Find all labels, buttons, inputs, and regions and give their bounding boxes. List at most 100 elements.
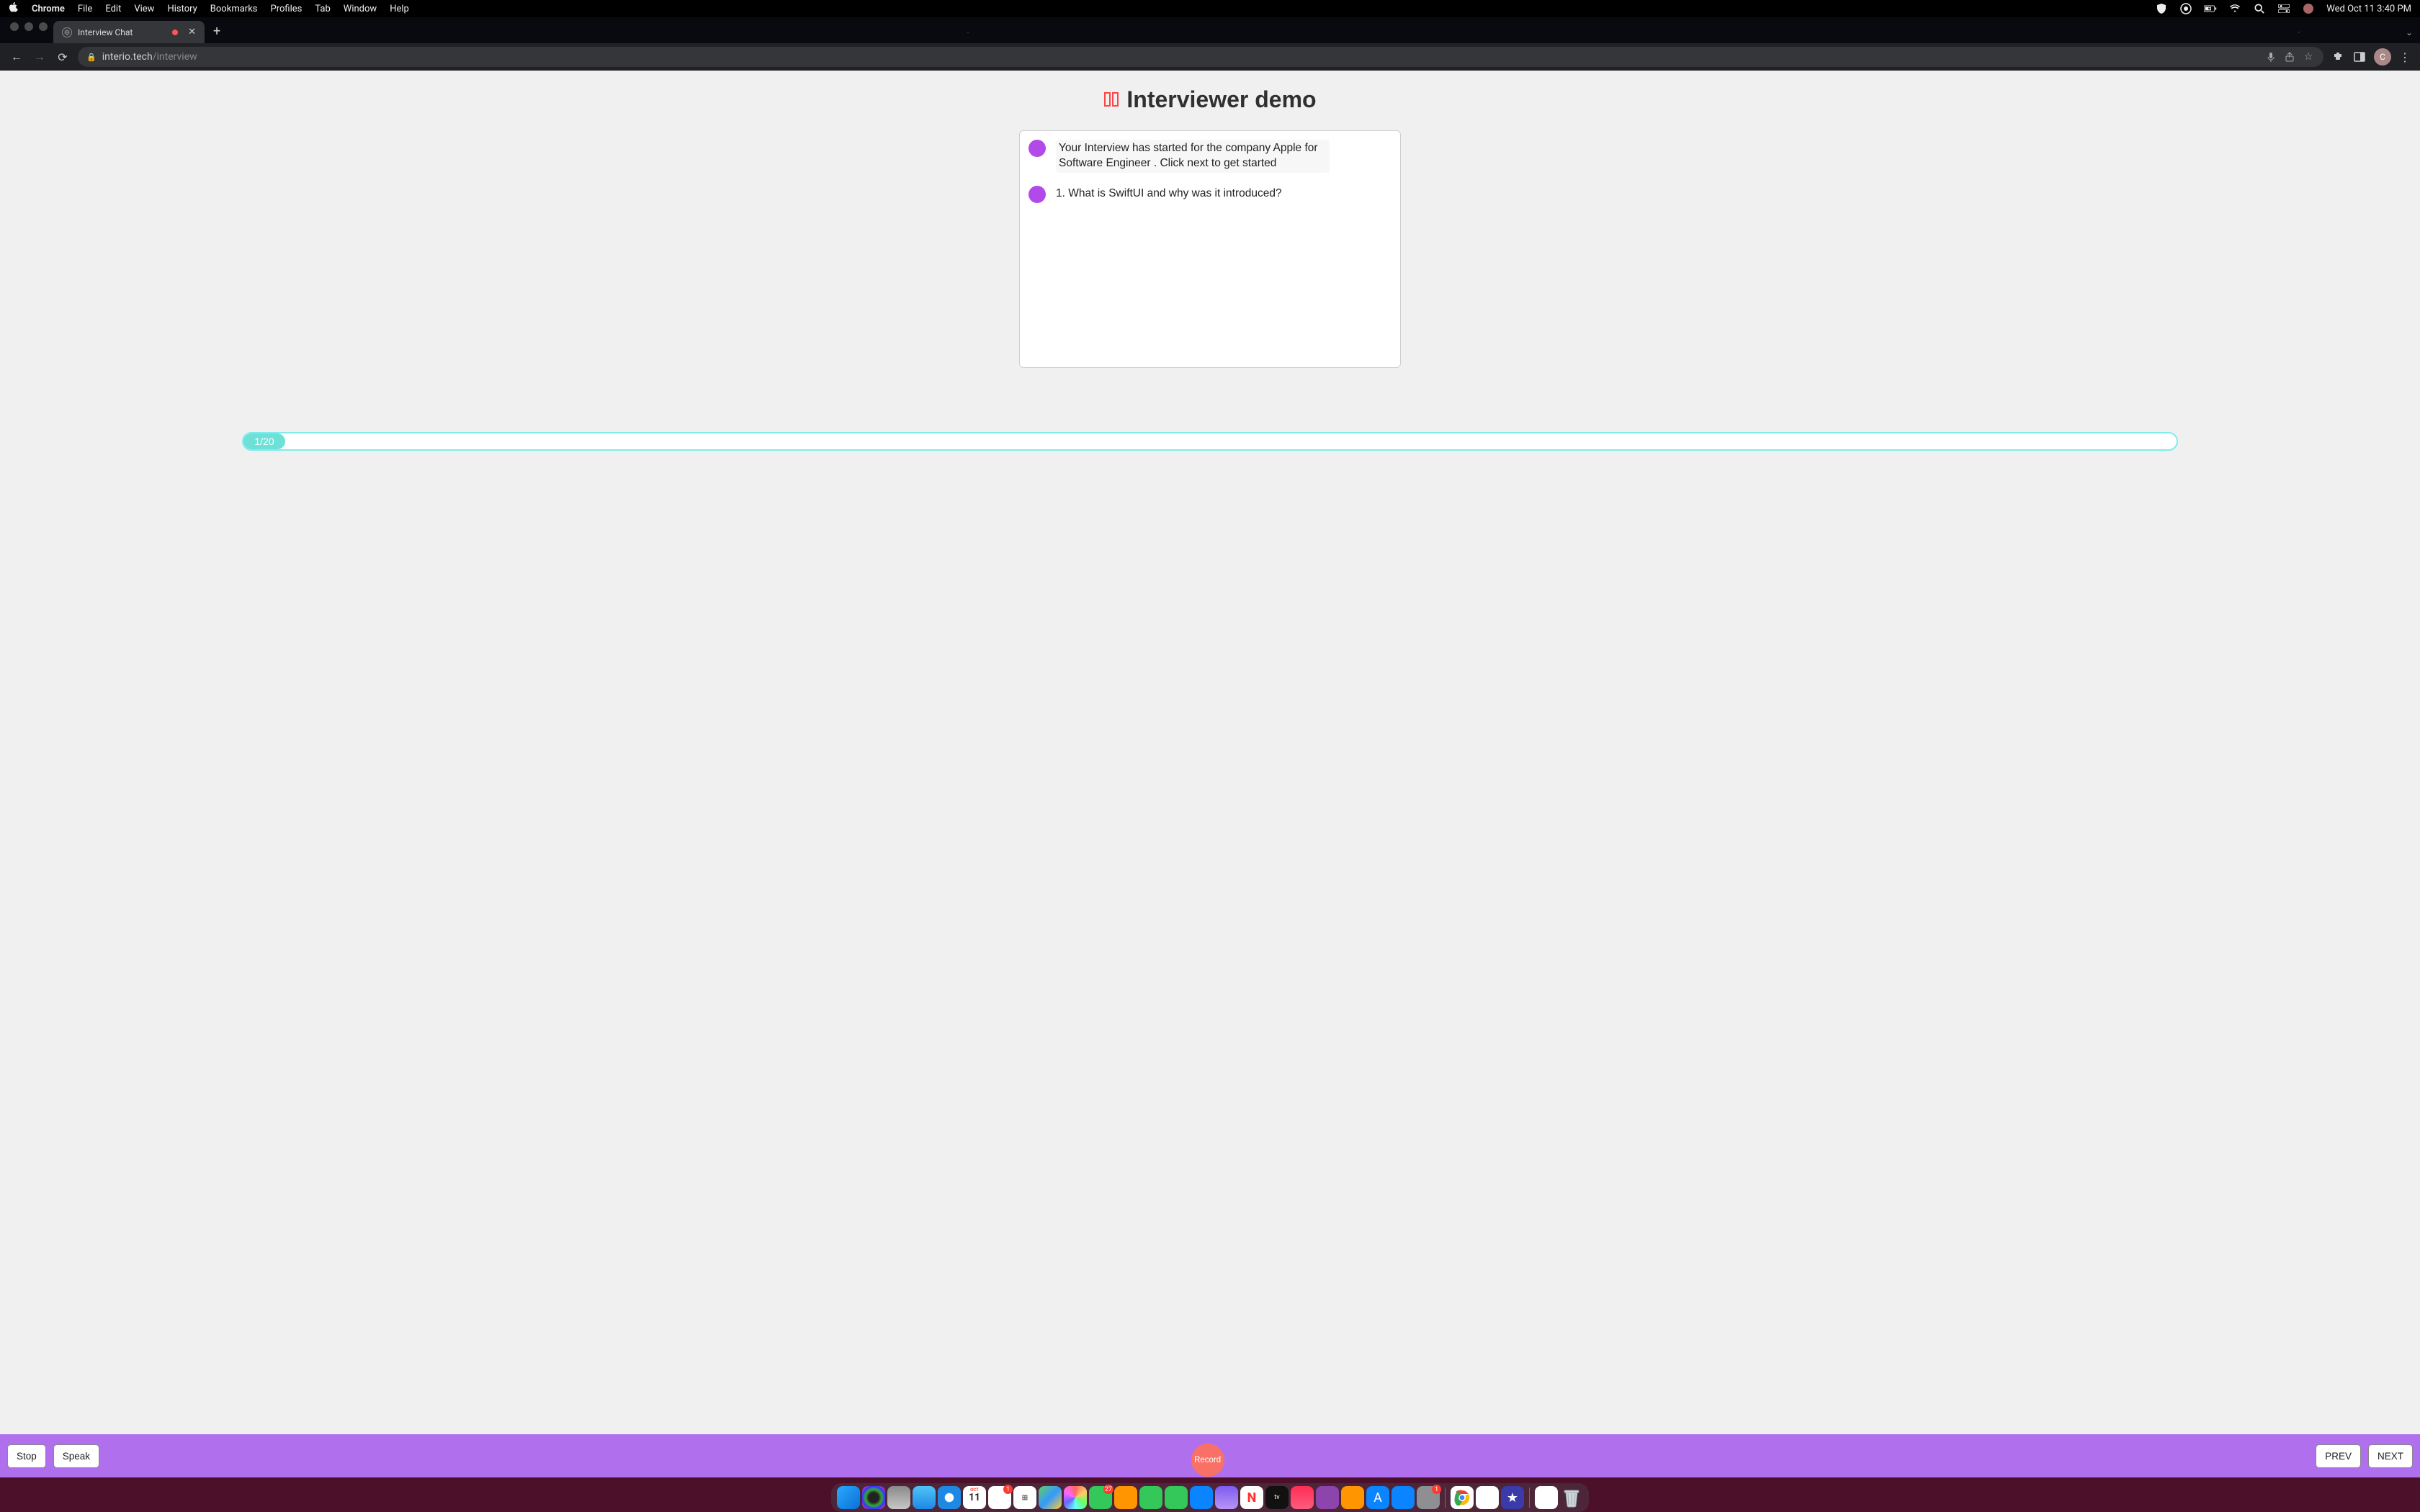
voice-search-icon[interactable] <box>2264 52 2277 62</box>
page-title-text: Interviewer demo <box>1126 86 1316 113</box>
dock-calendar-icon[interactable]: OCT 11 <box>963 1486 986 1509</box>
badge: 27 <box>1103 1485 1113 1494</box>
chrome-toolbar: ← → ⟳ 🔒 interio.tech/interview ☆ C ⋮ <box>0 43 2420 71</box>
traffic-minimize-icon[interactable] <box>24 22 33 31</box>
page-title: Interviewer demo <box>0 86 2420 113</box>
dock-maps-icon[interactable] <box>1039 1486 1062 1509</box>
dock-safari-icon[interactable] <box>938 1486 961 1509</box>
menubar-clock[interactable]: Wed Oct 11 3:40 PM <box>2326 4 2411 14</box>
chrome-window: Interview Chat ✕ + ⌄ ← → ⟳ 🔒 interio.tec… <box>0 17 2420 1477</box>
record-button[interactable]: Record <box>1191 1444 1224 1477</box>
menubar-search-icon[interactable] <box>2253 2 2266 15</box>
dock-textedit-icon[interactable] <box>1535 1486 1558 1509</box>
nav-reload-button[interactable]: ⟳ <box>55 49 71 65</box>
menu-history[interactable]: History <box>167 4 197 14</box>
menubar-malware-icon[interactable] <box>2155 2 2168 15</box>
dock-reminders-icon[interactable]: 1 <box>988 1486 1011 1509</box>
browser-tab[interactable]: Interview Chat ✕ <box>53 21 205 43</box>
control-bar: Stop Speak Record PREV NEXT <box>0 1434 2420 1477</box>
window-traffic-lights[interactable] <box>6 22 53 38</box>
new-tab-button[interactable]: + <box>205 24 229 43</box>
dock-numbers-icon[interactable] <box>1165 1486 1188 1509</box>
dock-messages-icon[interactable]: 27 <box>1089 1486 1112 1509</box>
dock-photos-icon[interactable] <box>1064 1486 1087 1509</box>
menu-profiles[interactable]: Profiles <box>271 4 302 14</box>
menubar-app-name[interactable]: Chrome <box>32 4 65 14</box>
address-bar[interactable]: 🔒 interio.tech/interview ☆ <box>78 47 2323 67</box>
sidepanel-icon[interactable] <box>2352 50 2367 64</box>
traffic-close-icon[interactable] <box>10 22 19 31</box>
next-button[interactable]: NEXT <box>2368 1444 2413 1468</box>
stop-button[interactable]: Stop <box>7 1444 46 1468</box>
dock-launchpad-icon[interactable] <box>887 1486 910 1509</box>
menu-edit[interactable]: Edit <box>105 4 121 14</box>
apple-menu-icon[interactable] <box>9 2 19 15</box>
dock-settings-icon[interactable]: 1 <box>1417 1486 1440 1509</box>
chat-message: 1. What is SwiftUI and why was it introd… <box>1028 186 1392 203</box>
nav-forward-button[interactable]: → <box>32 49 48 65</box>
prev-button[interactable]: PREV <box>2316 1444 2361 1468</box>
dock-imovie-icon[interactable]: ★ <box>1501 1486 1524 1509</box>
dock-separator <box>1445 1488 1446 1508</box>
tab-title: Interview Chat <box>78 27 133 37</box>
dock-books-icon[interactable] <box>1341 1486 1364 1509</box>
badge: 1 <box>1432 1485 1441 1494</box>
extensions-icon[interactable] <box>2331 50 2345 64</box>
chrome-menu-icon[interactable]: ⋮ <box>2398 50 2411 64</box>
chat-message-text: 1. What is SwiftUI and why was it introd… <box>1056 186 1282 200</box>
dock-news-icon[interactable]: N <box>1240 1486 1263 1509</box>
desktop-background: Interview Chat ✕ + ⌄ ← → ⟳ 🔒 interio.tec… <box>0 17 2420 1512</box>
menu-tab[interactable]: Tab <box>315 4 330 14</box>
speak-button[interactable]: Speak <box>53 1444 99 1468</box>
dock-podcasts-icon[interactable] <box>1316 1486 1339 1509</box>
calendar-day-label: 11 <box>969 1492 980 1503</box>
nav-back-button[interactable]: ← <box>9 49 24 65</box>
bookmark-star-icon[interactable]: ☆ <box>2302 51 2315 63</box>
dock-siri-icon[interactable] <box>862 1486 885 1509</box>
dock-music-icon[interactable] <box>1291 1486 1314 1509</box>
bot-avatar-icon <box>1028 186 1046 203</box>
dock: OCT 11 1 ⊞ 27 N tv A 1 ★ <box>0 1477 2420 1512</box>
url-host: interio.tech <box>102 51 153 63</box>
dock-keynote-icon[interactable] <box>1190 1486 1213 1509</box>
menubar-user-icon[interactable] <box>2302 2 2315 15</box>
dock-xcode-icon[interactable] <box>1476 1486 1499 1509</box>
dock-contacts-icon[interactable]: ⊞ <box>1013 1486 1036 1509</box>
share-icon[interactable] <box>2283 52 2296 62</box>
menubar-cloud-icon[interactable] <box>2179 2 2192 15</box>
menu-window[interactable]: Window <box>344 4 377 14</box>
bot-avatar-icon <box>1028 140 1046 157</box>
dock-mail-icon[interactable] <box>913 1486 936 1509</box>
dock-pages-icon[interactable] <box>1114 1486 1137 1509</box>
profile-avatar[interactable]: C <box>2374 48 2391 66</box>
dock-finder-icon[interactable] <box>837 1486 860 1509</box>
menu-file[interactable]: File <box>78 4 92 14</box>
dock-zoom-icon[interactable] <box>1392 1486 1415 1509</box>
chat-message-text: Your Interview has started for the compa… <box>1056 140 1330 173</box>
menubar-control-center-icon[interactable] <box>2277 2 2290 15</box>
chat-container: Your Interview has started for the compa… <box>1019 130 1401 368</box>
dock-trash-icon[interactable] <box>1560 1486 1583 1509</box>
lock-icon[interactable]: 🔒 <box>86 53 97 62</box>
dock-stocks-icon[interactable] <box>1215 1486 1238 1509</box>
dock-facetime-icon[interactable] <box>1139 1486 1162 1509</box>
menu-bookmarks[interactable]: Bookmarks <box>210 4 258 14</box>
menubar-battery-icon[interactable] <box>2204 2 2217 15</box>
tab-recording-icon <box>172 30 178 35</box>
tab-favicon-icon <box>62 27 72 37</box>
progress-fill: 1/20 <box>243 433 285 449</box>
traffic-zoom-icon[interactable] <box>39 22 48 31</box>
progress-label: 1/20 <box>254 436 274 447</box>
tab-close-icon[interactable]: ✕ <box>188 27 196 37</box>
menubar-wifi-icon[interactable] <box>2228 2 2241 15</box>
url-path: /interview <box>153 51 197 63</box>
chrome-tab-strip: Interview Chat ✕ + ⌄ <box>0 17 2420 43</box>
menu-help[interactable]: Help <box>390 4 409 14</box>
dock-appstore-icon[interactable]: A <box>1366 1486 1389 1509</box>
menu-view[interactable]: View <box>134 4 154 14</box>
badge: 1 <box>1003 1485 1013 1494</box>
dock-appletv-icon[interactable]: tv <box>1265 1486 1289 1509</box>
dock-separator <box>1529 1488 1530 1508</box>
tabstrip-dropdown-icon[interactable]: ⌄ <box>2398 27 2420 43</box>
dock-chrome-icon[interactable] <box>1451 1486 1474 1509</box>
